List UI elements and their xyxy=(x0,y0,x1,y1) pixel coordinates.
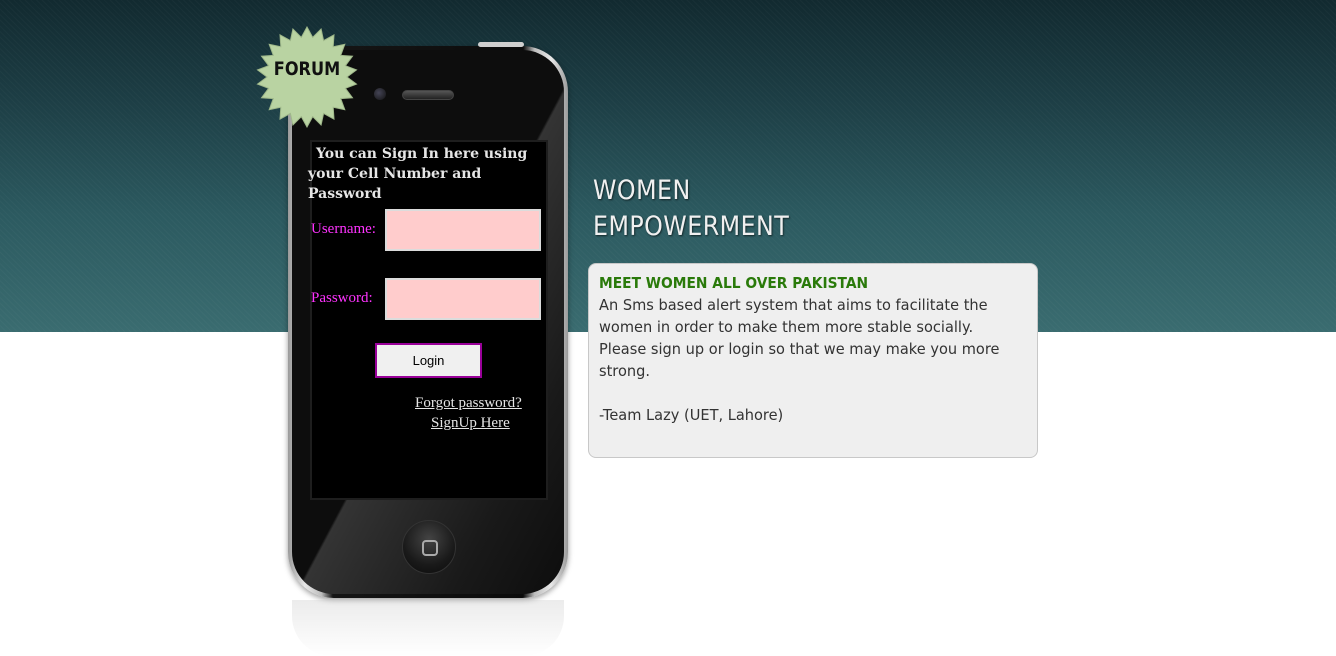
forgot-password-link[interactable]: Forgot password? xyxy=(415,395,522,412)
sign-in-instructions: You can Sign In here using your Cell Num… xyxy=(308,146,528,202)
signup-link[interactable]: SignUp Here xyxy=(431,415,510,432)
headline-line-2: EMPOWERMENT xyxy=(593,211,790,242)
username-input[interactable] xyxy=(385,209,541,251)
password-label: Password: xyxy=(311,290,373,306)
info-title: MEET WOMEN ALL OVER PAKISTAN xyxy=(599,274,869,292)
info-description: An Sms based alert system that aims to f… xyxy=(599,296,1000,380)
speaker-grille xyxy=(402,90,454,100)
login-button[interactable]: Login xyxy=(375,343,482,378)
page-headline: WOMEN EMPOWERMENT xyxy=(593,173,789,245)
home-square-icon xyxy=(422,540,438,556)
phone-top-button xyxy=(478,42,524,47)
info-signature: -Team Lazy (UET, Lahore) xyxy=(599,406,784,424)
home-button xyxy=(402,520,456,574)
headline-line-1: WOMEN xyxy=(593,175,691,206)
forum-badge-label: FORUM xyxy=(273,58,341,80)
username-label: Username: xyxy=(311,221,376,237)
camera-icon xyxy=(374,88,386,100)
phone-reflection xyxy=(292,600,564,656)
password-input[interactable] xyxy=(385,278,541,320)
